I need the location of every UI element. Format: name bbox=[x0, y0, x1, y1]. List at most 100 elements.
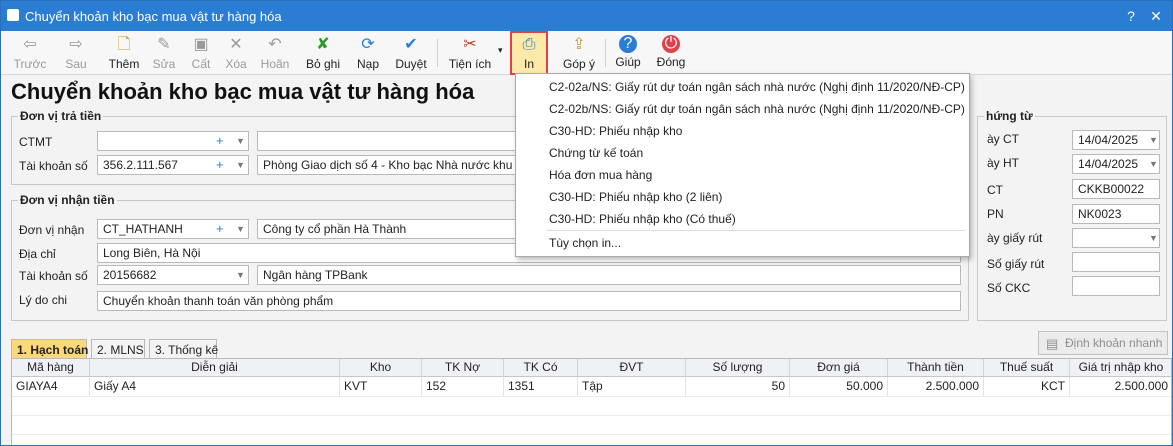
grid-row-divider bbox=[12, 396, 1171, 397]
grid-cell-quantity[interactable]: 50 bbox=[686, 377, 790, 396]
grid-cell-debit-account[interactable]: 152 bbox=[422, 377, 504, 396]
grid-cell-item-code[interactable]: GIAYA4 bbox=[12, 377, 90, 396]
grid-header[interactable]: Thuế suất bbox=[984, 359, 1070, 377]
payer-account-value: 356.2.111.567 bbox=[103, 158, 178, 172]
close-button[interactable]: ⏻ Đóng bbox=[653, 33, 689, 73]
cancel-label: Hoãn bbox=[260, 57, 290, 71]
payee-unit-input[interactable]: CT_HATHANH + ▼ bbox=[97, 219, 249, 239]
payer-bank-input[interactable]: Phòng Giao dịch số 4 - Kho bạc Nhà nước … bbox=[257, 155, 519, 175]
chevron-down-icon[interactable]: ▼ bbox=[236, 156, 245, 174]
menu-item-c2-02a[interactable]: C2-02a/NS: Giấy rút dự toán ngân sách nh… bbox=[549, 76, 965, 98]
window-close-button[interactable]: ✕ bbox=[1144, 5, 1168, 27]
edit-button[interactable]: ✎ Sửa bbox=[147, 33, 181, 73]
grid-row-divider bbox=[12, 415, 1171, 416]
grid-cell-tax-rate[interactable]: KCT bbox=[984, 377, 1070, 396]
add-icon[interactable]: + bbox=[216, 220, 224, 238]
menu-item-c2-02b[interactable]: C2-02b/NS: Giấy rút dự toán ngân sách nh… bbox=[549, 98, 965, 120]
tab-mlns[interactable]: 2. MLNS bbox=[91, 339, 145, 359]
window-help-button[interactable]: ? bbox=[1119, 5, 1143, 27]
menu-item-accounting-voucher[interactable]: Chứng từ kế toán bbox=[549, 142, 643, 164]
chevron-down-icon[interactable]: ▼ bbox=[236, 266, 245, 284]
reason-input[interactable]: Chuyển khoản thanh toán văn phòng phẩm bbox=[97, 291, 961, 311]
grid-cell-description[interactable]: Giấy A4 bbox=[90, 377, 340, 396]
grid-cell-amount[interactable]: 2.500.000 bbox=[888, 377, 984, 396]
accounting-grid[interactable]: Mã hàng Diễn giải Kho TK Nợ TK Có ĐVT Số… bbox=[11, 358, 1172, 445]
feedback-button[interactable]: ⇪ Góp ý bbox=[559, 33, 599, 73]
payee-unit-code: CT_HATHANH bbox=[103, 222, 183, 236]
grid-header[interactable]: Thành tiền bbox=[888, 359, 984, 377]
grid-header[interactable]: Số lượng bbox=[686, 359, 790, 377]
ctmt-name-input[interactable] bbox=[257, 131, 519, 151]
grid-header[interactable]: Diễn giải bbox=[90, 359, 340, 377]
payee-bank-input[interactable]: Ngân hàng TPBank bbox=[257, 265, 961, 285]
withdraw-date-input[interactable]: ▼ bbox=[1072, 228, 1160, 248]
grid-cell-import-value[interactable]: 2.500.000 bbox=[1070, 377, 1171, 396]
approve-button[interactable]: ✔ Duyệt bbox=[391, 33, 431, 73]
window-title: Chuyển khoản kho bạc mua vật tư hàng hóa bbox=[25, 9, 282, 24]
tab-accounting[interactable]: 1. Hạch toán bbox=[11, 339, 88, 359]
quick-entry-button[interactable]: ▤ Định khoản nhanh bbox=[1038, 331, 1168, 355]
grid-header[interactable]: ĐVT bbox=[578, 359, 686, 377]
undo-icon: ↶ bbox=[268, 36, 282, 53]
menu-item-c30-hd-with-tax[interactable]: C30-HD: Phiếu nhập kho (Có thuế) bbox=[549, 208, 736, 230]
help-button[interactable]: ? Giúp bbox=[611, 33, 645, 73]
date-ht-value: 14/04/2025 bbox=[1078, 157, 1139, 171]
grid-header[interactable]: Kho bbox=[340, 359, 422, 377]
reload-button[interactable]: ⟳ Nạp bbox=[351, 33, 385, 73]
toolbar: ⇦ Trước ⇨ Sau 🗋 Thêm ✎ Sửa ▣ Cất ✕ Xóa ↶ Hoãn ✘… bbox=[1, 31, 1172, 75]
feedback-icon: ⇪ bbox=[572, 36, 586, 53]
date-ht-input[interactable]: 14/04/2025 ▼ bbox=[1072, 154, 1160, 174]
menu-item-purchase-invoice[interactable]: Hóa đơn mua hàng bbox=[549, 164, 652, 186]
grid-header[interactable]: Giá trị nhập kho bbox=[1070, 359, 1171, 377]
save-button[interactable]: ▣ Cất bbox=[185, 33, 217, 73]
prev-label: Trước bbox=[13, 57, 47, 71]
chevron-down-icon[interactable]: ▼ bbox=[1149, 229, 1158, 247]
chevron-down-icon[interactable]: ▼ bbox=[1149, 155, 1158, 173]
save-icon: ▣ bbox=[193, 36, 209, 53]
unpost-icon: ✘ bbox=[316, 36, 330, 53]
grid-header[interactable]: Đơn giá bbox=[790, 359, 888, 377]
cancel-button[interactable]: ↶ Hoãn bbox=[257, 33, 293, 73]
chevron-down-icon[interactable]: ▼ bbox=[236, 220, 245, 238]
grid-cell-unit-price[interactable]: 50.000 bbox=[790, 377, 888, 396]
payee-legend: Đơn vị nhận tiền bbox=[20, 193, 115, 207]
utilities-button[interactable]: ✂ Tiện ích bbox=[445, 33, 495, 73]
menu-item-c30-hd-2-copies[interactable]: C30-HD: Phiếu nhập kho (2 liên) bbox=[549, 186, 722, 208]
chevron-down-icon[interactable]: ▼ bbox=[1149, 131, 1158, 149]
date-ct-input[interactable]: 14/04/2025 ▼ bbox=[1072, 130, 1160, 150]
ckc-input[interactable] bbox=[1072, 276, 1160, 296]
unpost-button[interactable]: ✘ Bỏ ghi bbox=[303, 33, 343, 73]
date-ht-label: ày HT bbox=[987, 156, 1020, 170]
grid-cell-warehouse[interactable]: KVT bbox=[340, 377, 422, 396]
ctmt-label: CTMT bbox=[19, 135, 53, 149]
utilities-dropdown-icon[interactable]: ▾ bbox=[498, 45, 503, 56]
so-ct-input[interactable]: CKKB00022 bbox=[1072, 179, 1160, 199]
prev-button[interactable]: ⇦ Trước bbox=[9, 33, 51, 73]
add-icon[interactable]: + bbox=[216, 132, 224, 150]
grid-header[interactable]: TK Có bbox=[504, 359, 578, 377]
payer-account-input[interactable]: 356.2.111.567 + ▼ bbox=[97, 155, 249, 175]
print-label: In bbox=[523, 57, 534, 71]
edit-label: Sửa bbox=[152, 57, 176, 71]
delete-button[interactable]: ✕ Xóa bbox=[219, 33, 253, 73]
app-icon bbox=[7, 9, 19, 21]
grid-cell-unit[interactable]: Tập bbox=[578, 377, 686, 396]
add-button[interactable]: 🗋 Thêm bbox=[105, 33, 143, 73]
next-button[interactable]: ⇨ Sau bbox=[55, 33, 97, 73]
grid-header[interactable]: Mã hàng bbox=[12, 359, 90, 377]
menu-item-c30-hd[interactable]: C30-HD: Phiếu nhập kho bbox=[549, 120, 682, 142]
menu-item-print-options[interactable]: Tùy chọn in... bbox=[549, 232, 621, 254]
tab-statistics[interactable]: 3. Thống kê bbox=[149, 339, 218, 359]
grid-header[interactable]: TK Nợ bbox=[422, 359, 504, 377]
print-button[interactable]: ⎙ In bbox=[510, 31, 548, 75]
title-bar: Chuyển khoản kho bạc mua vật tư hàng hóa… bbox=[1, 1, 1172, 31]
withdraw-no-input[interactable] bbox=[1072, 252, 1160, 272]
add-icon[interactable]: + bbox=[216, 156, 224, 174]
grid-cell-credit-account[interactable]: 1351 bbox=[504, 377, 578, 396]
ctmt-input[interactable]: + ▼ bbox=[97, 131, 249, 151]
toolbar-separator bbox=[605, 39, 606, 67]
so-pn-input[interactable]: NK0023 bbox=[1072, 204, 1160, 224]
chevron-down-icon[interactable]: ▼ bbox=[236, 132, 245, 150]
payee-account-input[interactable]: 20156682 ▼ bbox=[97, 265, 249, 285]
help-label: Giúp bbox=[615, 55, 641, 69]
